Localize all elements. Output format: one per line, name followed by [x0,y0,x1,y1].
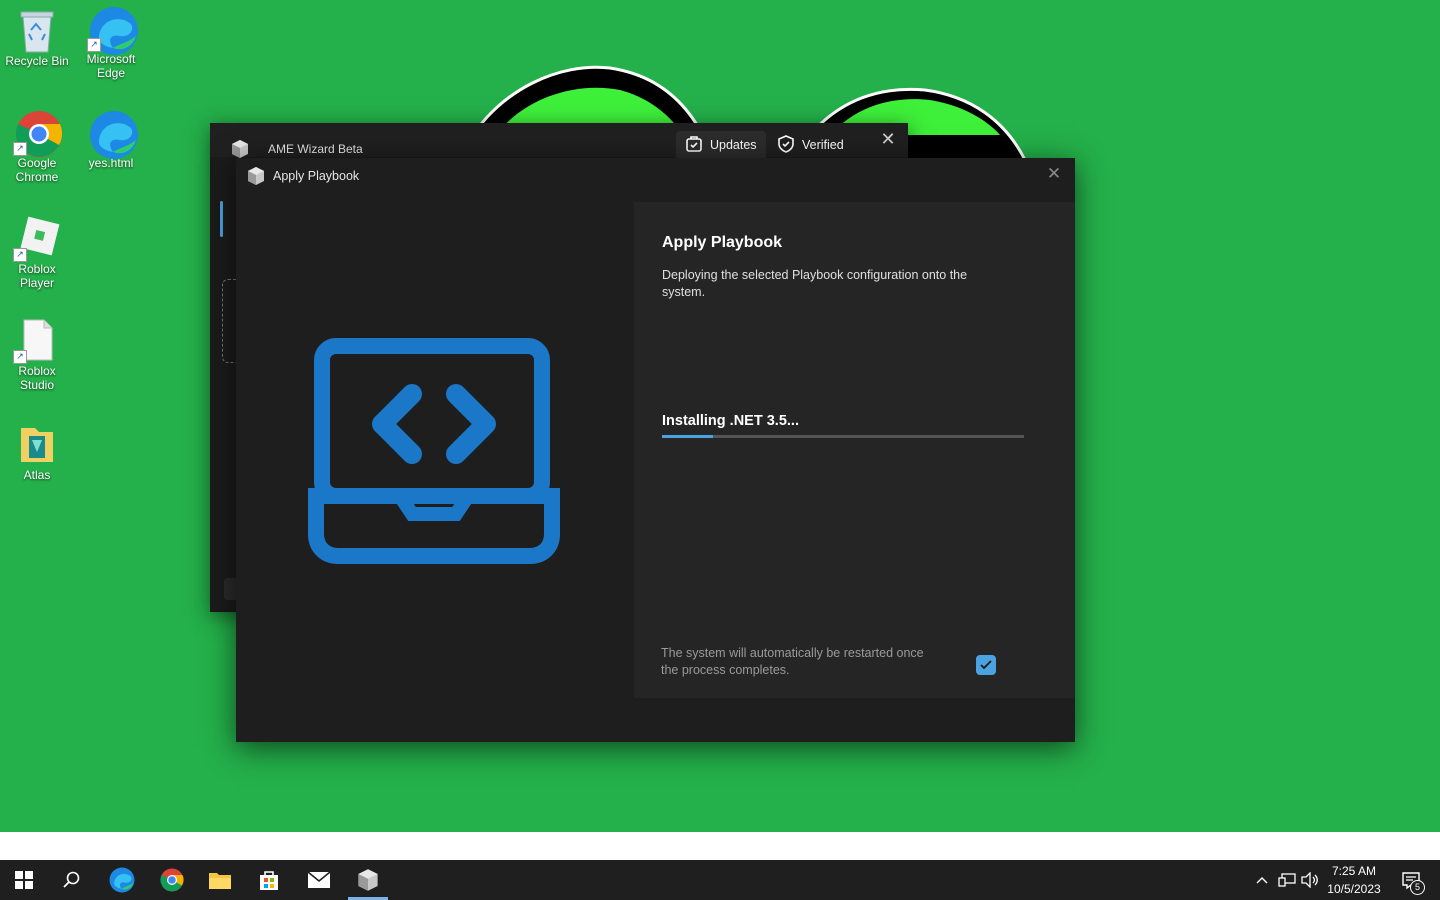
tray-overflow-chevron-icon[interactable] [1252,860,1272,900]
network-icon[interactable] [1276,860,1298,900]
clock-time: 7:25 AM [1331,864,1377,878]
ame-wizard-titlebar[interactable]: AME Wizard Beta Updates Verified ✕ [210,123,908,159]
verified-tab-label: Verified [802,138,844,152]
taskbar-chrome-button[interactable] [148,860,196,900]
desktop-icon-label: Google Chrome [15,156,59,184]
search-icon [63,871,80,888]
store-icon [260,871,278,890]
atlas-folder-icon [15,422,59,466]
file-explorer-icon [209,873,231,889]
apply-playbook-dialog[interactable]: Apply Playbook ✕ Apply Playbook Deployin… [236,158,1075,742]
dialog-title: Apply Playbook [273,169,360,183]
updates-tab-label: Updates [710,138,757,152]
taskbar-edge-button[interactable] [98,860,146,900]
progress-bar [662,435,1024,438]
edge-html-file-icon [89,110,138,159]
edge-icon: ↗ [87,6,138,55]
search-button[interactable] [48,860,96,900]
ame-wizard-icon [358,869,378,891]
blank-file-icon: ↗ [13,318,59,364]
taskbar-file-explorer-button[interactable] [196,860,244,900]
panel-description: Deploying the selected Playbook configur… [662,268,968,299]
taskbar-mail-button[interactable] [295,860,343,900]
clock-date: 10/5/2023 [1327,882,1381,896]
ame-wizard-close-button[interactable]: ✕ [876,127,900,151]
ame-wizard-title: AME Wizard Beta [268,142,363,156]
taskbar-ame-wizard-button[interactable] [344,860,392,900]
shortcut-arrow-icon: ↗ [13,350,27,364]
desktop-icon-recycle-bin[interactable]: Recycle Bin [1,8,73,68]
desktop-icon-label: Microsoft Edge [86,52,136,80]
start-icon [15,871,33,889]
desktop-icon-edge[interactable]: ↗ Microsoft Edge [75,6,147,80]
recycle-bin-icon [15,8,59,53]
progress-status-text: Installing .NET 3.5... [662,413,799,429]
updates-tab[interactable]: Updates [676,131,766,159]
taskbar-clock[interactable]: 7:25 AM 10/5/2023 [1318,862,1390,898]
desktop-icon-roblox-player[interactable]: ↗ Roblox Player [1,216,73,290]
updates-icon [685,135,703,156]
taskbar: 7:25 AM 10/5/2023 5 [0,860,1440,900]
playbook-status-panel: Apply Playbook Deploying the selected Pl… [634,202,1075,698]
desktop-icon-label: Recycle Bin [5,54,69,68]
restart-note: The system will automatically be restart… [661,646,924,677]
progress-bar-fill [662,435,713,438]
desktop-icon-label: Atlas [23,468,51,482]
chrome-icon: ↗ [13,110,63,157]
desktop-icon-label: Roblox Player [18,262,56,290]
start-button[interactable] [0,860,48,900]
checkmark-icon [980,660,992,670]
chrome-icon [160,868,184,892]
shortcut-arrow-icon: ↗ [87,38,101,52]
desktop-icon-atlas[interactable]: Atlas [1,422,73,482]
dialog-titlebar[interactable]: Apply Playbook ✕ [236,158,1075,198]
desktop-icon-label: Roblox Studio [18,364,56,392]
desktop-icon-chrome[interactable]: ↗ Google Chrome [1,110,73,184]
desktop-icon-yes-html[interactable]: yes.html [75,110,147,170]
laptop-code-icon [308,338,560,564]
shortcut-arrow-icon: ↗ [13,142,27,156]
verified-tab[interactable]: Verified [768,131,853,159]
edge-icon [109,867,135,893]
desktop-icon-roblox-studio[interactable]: ↗ Roblox Studio [1,318,73,392]
shortcut-arrow-icon: ↗ [13,248,27,262]
dialog-app-icon [246,166,266,191]
notification-count-badge: 5 [1410,880,1425,895]
wallpaper-white-strip [0,832,1440,860]
taskbar-store-button[interactable] [245,860,293,900]
ame-sidebar-accent [220,201,223,237]
notification-center-button[interactable]: 5 [1396,860,1426,900]
mail-icon [307,871,331,888]
restart-checkbox[interactable] [976,655,996,675]
panel-heading: Apply Playbook [662,234,783,251]
dialog-close-button[interactable]: ✕ [1042,162,1066,186]
verified-shield-icon [777,134,795,156]
volume-icon[interactable] [1300,860,1320,900]
roblox-player-icon: ↗ [13,216,60,262]
